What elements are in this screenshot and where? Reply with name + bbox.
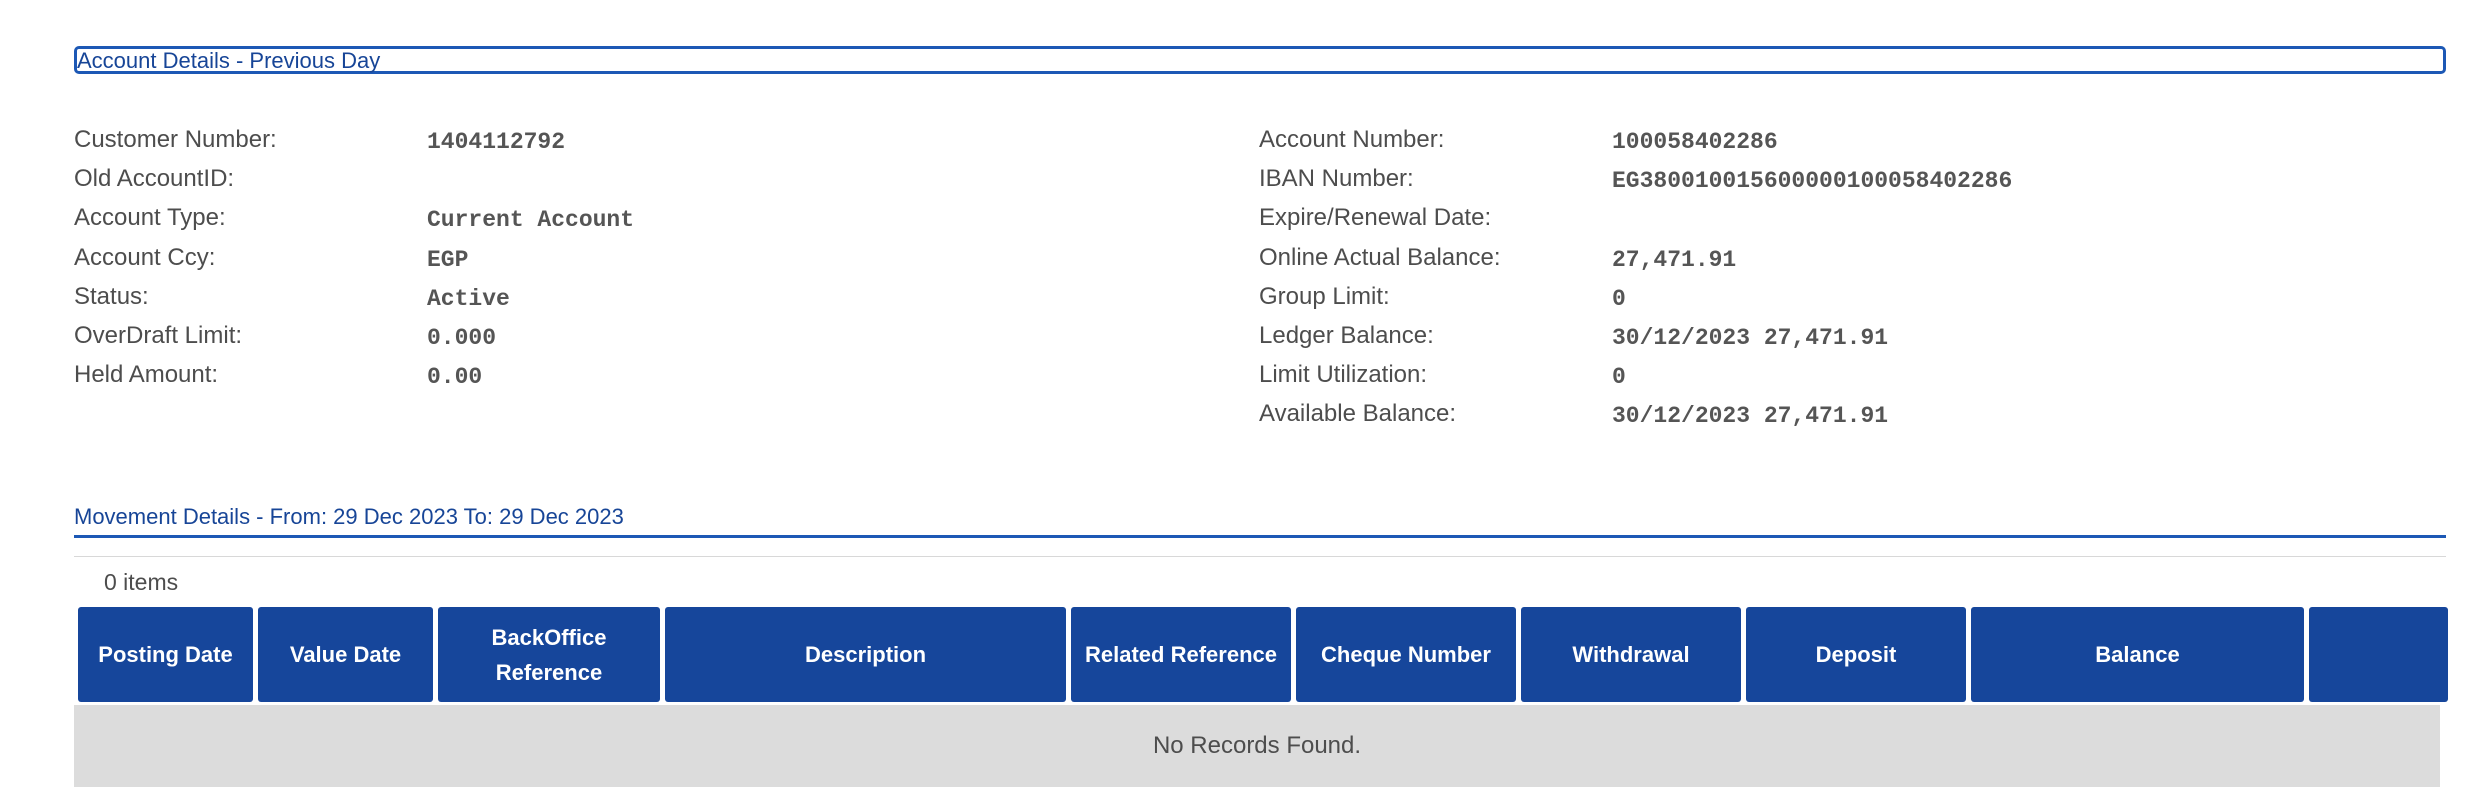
column-header-extra: [2309, 607, 2448, 702]
account-details-panel: Customer Number: 1404112792 Old AccountI…: [74, 125, 2450, 435]
column-header-posting-date[interactable]: Posting Date: [78, 607, 253, 702]
detail-value: 100058402286: [1612, 129, 1778, 155]
detail-label: OverDraft Limit:: [74, 321, 243, 349]
detail-label: IBAN Number:: [1259, 165, 1414, 193]
detail-label: Account Type:: [74, 204, 226, 232]
movement-grid-header: Posting Date Value Date BackOffice Refer…: [78, 607, 2448, 702]
empty-grid-message: No Records Found.: [74, 705, 2440, 787]
detail-value: 30/12/2023 27,471.91: [1612, 324, 1889, 351]
column-header-related-reference[interactable]: Related Reference: [1071, 607, 1291, 702]
column-header-backoffice-reference[interactable]: BackOffice Reference: [438, 607, 660, 702]
detail-label: Status:: [74, 282, 149, 310]
detail-value: 0: [1612, 364, 1626, 391]
column-header-withdrawal[interactable]: Withdrawal: [1521, 607, 1741, 702]
detail-value: 0.00: [427, 364, 483, 391]
column-header-description[interactable]: Description: [665, 607, 1066, 702]
detail-label: Held Amount:: [74, 361, 219, 389]
detail-value: 30/12/2023 27,471.91: [1612, 403, 1889, 430]
detail-label: Ledger Balance:: [1259, 321, 1434, 349]
detail-label: Account Ccy:: [74, 243, 216, 271]
detail-label: Account Number:: [1259, 126, 1445, 153]
detail-label: Available Balance:: [1259, 400, 1457, 428]
column-header-cheque-number[interactable]: Cheque Number: [1296, 607, 1516, 702]
detail-label: Limit Utilization:: [1259, 361, 1428, 389]
detail-value: 27,471.91: [1612, 246, 1737, 273]
divider: [74, 556, 2446, 557]
movement-details-header: Movement Details - From: 29 Dec 2023 To:…: [74, 504, 2446, 538]
detail-value: Active: [427, 285, 510, 312]
detail-label: Group Limit:: [1259, 282, 1390, 310]
column-header-deposit[interactable]: Deposit: [1746, 607, 1966, 702]
detail-label: Online Actual Balance:: [1259, 243, 1501, 271]
detail-value: 0.000: [427, 324, 497, 351]
detail-value: 1404112792: [427, 129, 566, 155]
column-header-value-date[interactable]: Value Date: [258, 607, 433, 702]
detail-label: Customer Number:: [74, 126, 277, 153]
detail-label: Expire/Renewal Date:: [1259, 204, 1492, 232]
account-details-header[interactable]: Account Details - Previous Day: [74, 46, 2446, 74]
detail-value: Current Account: [427, 207, 635, 234]
detail-value: EG380010015600000100058402286: [1612, 168, 2013, 195]
detail-value: 0: [1612, 285, 1626, 312]
detail-label: Old AccountID:: [74, 165, 235, 193]
column-header-balance[interactable]: Balance: [1971, 607, 2304, 702]
items-count: 0 items: [104, 569, 179, 595]
detail-value: EGP: [427, 246, 469, 273]
